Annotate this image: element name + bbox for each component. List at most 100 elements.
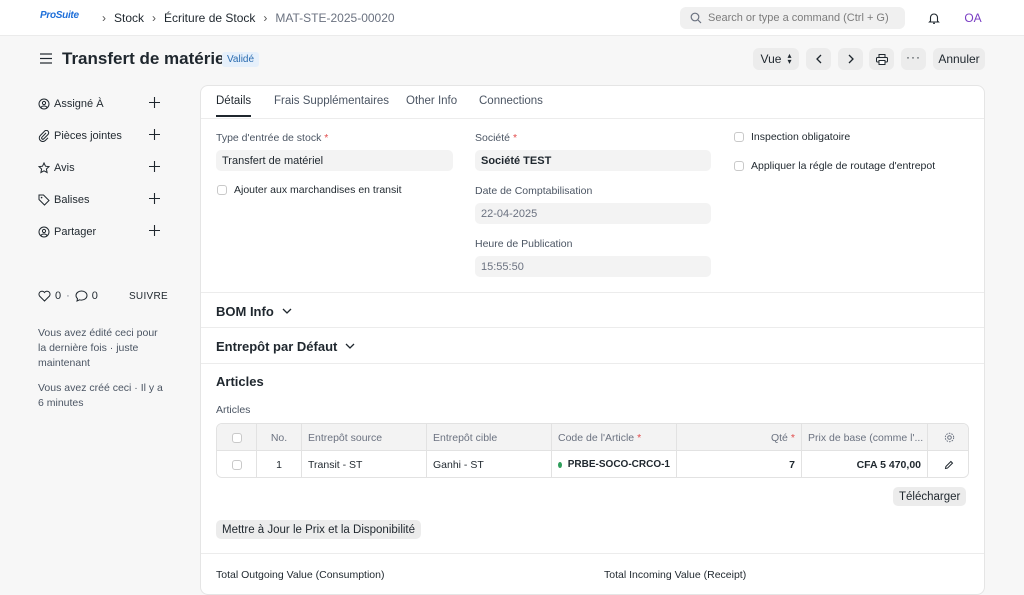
required-mark: * — [324, 132, 329, 144]
articles-table: No. Entrepôt source Entrepôt cible Code … — [216, 423, 969, 478]
plus-icon[interactable] — [149, 193, 160, 204]
chevron-left-icon — [815, 54, 821, 64]
inspection-label: Inspection obligatoire — [751, 131, 851, 143]
share-user-icon — [38, 226, 50, 238]
total-outgoing-label: Total Outgoing Value (Consumption) — [216, 569, 385, 581]
sidebar-item-share[interactable]: Partager — [38, 216, 168, 248]
checkbox-box[interactable] — [734, 132, 744, 142]
sidebar-item-reviews[interactable]: Avis — [38, 152, 168, 184]
divider — [201, 363, 984, 364]
sidebar-item-assigned[interactable]: Assigné À — [38, 88, 168, 120]
entry-type-label: Type d'entrée de stock * — [216, 132, 328, 144]
comments-count: 0 — [91, 290, 98, 302]
posting-date-field[interactable]: 22-04-2025 — [475, 203, 711, 224]
column-header-qty: Qté * — [677, 424, 802, 451]
likes-comments-bar: 0 · 0 SUIVRE — [38, 290, 168, 302]
follow-button[interactable]: SUIVRE — [129, 291, 168, 302]
plus-icon[interactable] — [149, 129, 160, 140]
comment-icon[interactable] — [75, 290, 88, 302]
top-navbar: ProSuite › Stock › Écriture de Stock › M… — [0, 0, 1024, 36]
edit-row-cell[interactable] — [928, 451, 968, 477]
chevron-down-icon — [282, 308, 292, 314]
basic-rate-cell[interactable]: CFA 5 470,00 — [802, 451, 928, 477]
chevron-right-icon: › — [102, 11, 106, 25]
upload-button[interactable]: Télécharger — [893, 487, 967, 506]
update-price-button[interactable]: Mettre à Jour le Prix et la Disponibilit… — [216, 520, 422, 539]
printer-icon — [875, 53, 888, 65]
sidebar-item-label: Balises — [54, 194, 90, 206]
form-sidebar: Assigné À Pièces jointes Avis Balises Pa… — [38, 88, 168, 248]
breadcrumb: › Stock › Écriture de Stock › MAT-STE-20… — [94, 11, 395, 25]
gear-icon[interactable] — [944, 432, 955, 443]
table-row[interactable]: 1 Transit - ST Ganhi - ST PRBE-SOCO-CRCO… — [217, 451, 968, 477]
search-icon — [690, 12, 702, 24]
breadcrumb-stock-entry[interactable]: Écriture de Stock — [164, 11, 255, 25]
view-label: Vue — [760, 52, 782, 66]
search-placeholder: Search or type a command (Ctrl + G) — [708, 12, 889, 24]
company-field[interactable]: Société TEST — [475, 150, 711, 171]
default-warehouse-section[interactable]: Entrepôt par Défaut — [216, 339, 355, 354]
menu-icon[interactable] — [40, 53, 52, 64]
required-mark: * — [512, 132, 518, 144]
view-dropdown[interactable]: Vue ▴ ▾ — [753, 48, 799, 70]
breadcrumb-document[interactable]: MAT-STE-2025-00020 — [275, 11, 394, 25]
previous-button[interactable] — [806, 48, 831, 70]
target-warehouse-cell[interactable]: Ganhi - ST — [427, 451, 552, 477]
item-code-text: PRBE-SOCO-CRCO-1 — [567, 459, 670, 470]
divider — [201, 292, 984, 293]
print-button[interactable] — [869, 48, 894, 70]
next-button[interactable] — [838, 48, 863, 70]
heart-icon[interactable] — [38, 290, 51, 302]
bom-info-title: BOM Info — [216, 304, 274, 319]
pencil-icon[interactable] — [944, 460, 954, 470]
divider — [201, 553, 984, 554]
checkbox-box[interactable] — [734, 161, 744, 171]
plus-icon[interactable] — [149, 161, 160, 172]
routing-rule-checkbox[interactable]: Appliquer la régle de routage d'entrepot — [734, 160, 935, 172]
notification-bell-icon[interactable] — [927, 11, 941, 25]
sidebar-item-tags[interactable]: Balises — [38, 184, 168, 216]
posting-time-field[interactable]: 15:55:50 — [475, 256, 711, 277]
checkbox-box[interactable] — [217, 185, 227, 195]
sidebar-item-attachments[interactable]: Pièces jointes — [38, 120, 168, 152]
cancel-button[interactable]: Annuler — [933, 48, 985, 70]
column-header-target: Entrepôt cible — [427, 424, 552, 451]
articles-section-title: Articles — [216, 374, 264, 389]
column-settings-cell[interactable] — [928, 424, 968, 451]
column-header-no: No. — [257, 424, 302, 451]
app-logo[interactable]: ProSuite — [40, 10, 79, 21]
tab-other-info[interactable]: Other Info — [406, 95, 457, 107]
qty-cell[interactable]: 7 — [677, 451, 802, 477]
inspection-checkbox[interactable]: Inspection obligatoire — [734, 131, 850, 143]
chevron-right-icon — [848, 54, 854, 64]
routing-rule-label: Appliquer la régle de routage d'entrepot — [751, 160, 936, 172]
row-select-cell[interactable] — [217, 451, 257, 477]
more-options-button[interactable]: ··· — [901, 48, 926, 70]
company-label: Société * — [475, 132, 517, 144]
ellipsis-icon: ··· — [906, 50, 921, 64]
table-header: No. Entrepôt source Entrepôt cible Code … — [217, 424, 968, 451]
breadcrumb-stock[interactable]: Stock — [114, 11, 144, 25]
checkbox-box[interactable] — [231, 432, 242, 443]
tab-connections[interactable]: Connections — [479, 95, 543, 107]
row-no-cell: 1 — [257, 451, 302, 477]
tag-icon — [38, 194, 50, 206]
avatar[interactable]: OA — [958, 8, 988, 28]
user-add-icon — [38, 98, 50, 110]
select-all-cell[interactable] — [217, 424, 257, 451]
bom-info-section[interactable]: BOM Info — [216, 304, 292, 319]
paperclip-icon — [38, 130, 50, 142]
search-input[interactable]: Search or type a command (Ctrl + G) — [680, 7, 905, 29]
company-label-text: Société — [475, 132, 511, 144]
required-mark: * — [790, 431, 795, 444]
tab-details[interactable]: Détails — [216, 95, 252, 117]
plus-icon[interactable] — [149, 97, 160, 108]
plus-icon[interactable] — [149, 225, 160, 236]
item-code-cell[interactable]: PRBE-SOCO-CRCO-1 — [552, 451, 677, 477]
sort-icon: ▴ ▾ — [787, 51, 792, 66]
source-warehouse-cell[interactable]: Transit - ST — [302, 451, 427, 477]
entry-type-field[interactable]: Transfert de matériel — [216, 150, 453, 171]
transit-checkbox[interactable]: Ajouter aux marchandises en transit — [217, 184, 402, 196]
checkbox-box[interactable] — [231, 459, 242, 470]
tab-additional-costs[interactable]: Frais Supplémentaires — [274, 95, 389, 107]
